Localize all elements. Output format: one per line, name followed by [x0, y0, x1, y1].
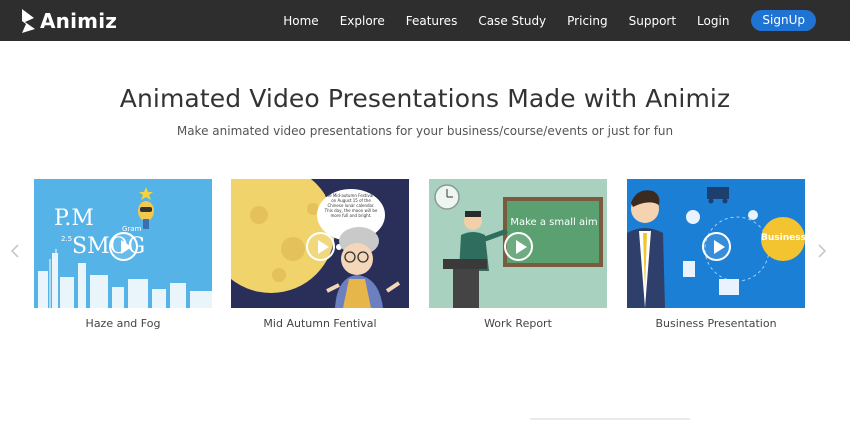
video-card-work-report[interactable]: Make a small aim Work Report: [429, 179, 607, 330]
video-thumbnail[interactable]: The Mid-autumn Festival is on August 15 …: [231, 179, 409, 308]
business-badge: Business: [761, 233, 805, 243]
video-thumbnail[interactable]: P.M 2.5 Gram SMOG: [34, 179, 212, 308]
carousel-prev-arrow-icon[interactable]: [10, 244, 20, 258]
video-card-haze-and-fog[interactable]: P.M 2.5 Gram SMOG Haze and Fog: [34, 179, 212, 330]
main-nav: Home Explore Features Case Study Pricing…: [262, 0, 816, 41]
video-card-title[interactable]: Haze and Fog: [34, 317, 212, 330]
brand-name: Animiz: [40, 9, 118, 33]
play-button-icon[interactable]: [702, 232, 731, 261]
play-button-icon[interactable]: [306, 232, 335, 261]
video-thumbnail[interactable]: Business: [627, 179, 805, 308]
video-card-title[interactable]: Work Report: [429, 317, 607, 330]
nav-pricing[interactable]: Pricing: [567, 14, 607, 28]
carousel-next-arrow-icon[interactable]: [817, 244, 827, 258]
video-card-title[interactable]: Mid Autumn Fentival: [231, 317, 409, 330]
page-title: Animated Video Presentations Made with A…: [119, 84, 731, 113]
top-navbar: Animiz Home Explore Features Case Study …: [0, 0, 850, 41]
signup-button[interactable]: SignUp: [751, 10, 816, 31]
play-button-icon[interactable]: [504, 232, 533, 261]
nav-home[interactable]: Home: [283, 14, 318, 28]
play-button-icon[interactable]: [109, 232, 138, 261]
divider: [530, 418, 690, 420]
nav-support[interactable]: Support: [629, 14, 676, 28]
nav-explore[interactable]: Explore: [340, 14, 385, 28]
speech-bubble-text: The Mid-autumn Festival is on August 15 …: [324, 193, 378, 218]
board-text: Make a small aim: [510, 217, 598, 228]
video-card-title[interactable]: Business Presentation: [627, 317, 805, 330]
pm-value: 2.5: [61, 235, 72, 243]
video-thumbnail[interactable]: Make a small aim: [429, 179, 607, 308]
nav-features[interactable]: Features: [406, 14, 458, 28]
page-subtitle: Make animated video presentations for yo…: [176, 124, 674, 138]
nav-case-study[interactable]: Case Study: [478, 14, 546, 28]
video-card-business-presentation[interactable]: Business Business Presentation: [627, 179, 805, 330]
video-card-mid-autumn[interactable]: The Mid-autumn Festival is on August 15 …: [231, 179, 409, 330]
animiz-logo[interactable]: Animiz: [22, 9, 117, 33]
logo-mark-icon: [22, 9, 35, 33]
nav-login[interactable]: Login: [697, 14, 729, 28]
pm-text: P.M: [54, 206, 94, 231]
